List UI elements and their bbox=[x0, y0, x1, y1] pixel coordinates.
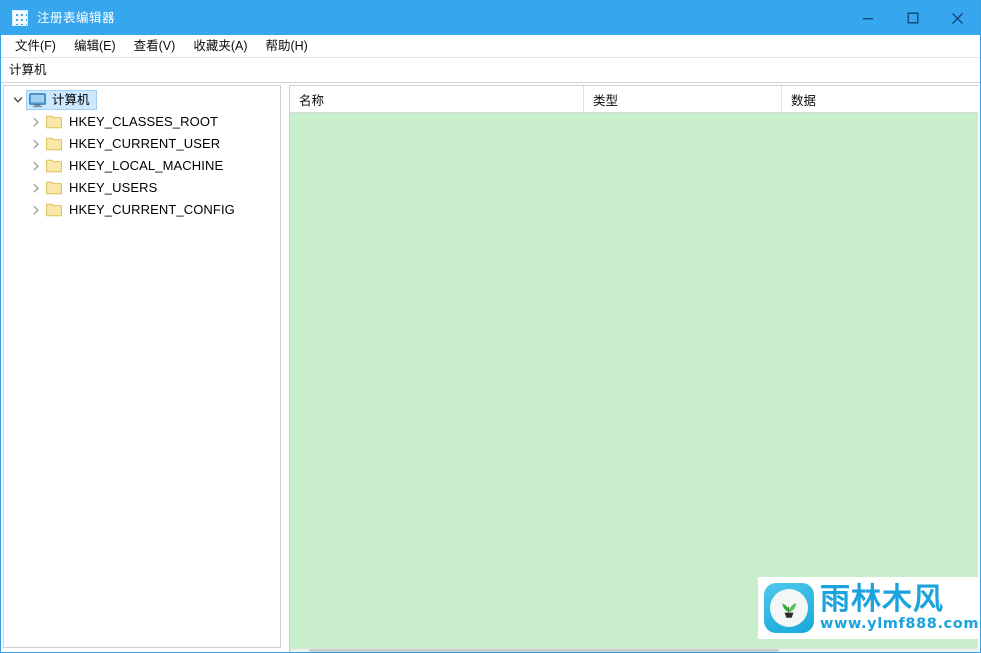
address-bar[interactable]: 计算机 bbox=[1, 58, 980, 83]
tree-item-computer-label: 计算机 bbox=[52, 93, 90, 107]
chevron-right-icon[interactable] bbox=[28, 155, 44, 177]
maximize-icon bbox=[907, 12, 919, 24]
close-icon bbox=[952, 12, 963, 24]
computer-monitor-icon bbox=[29, 92, 46, 108]
scroll-track[interactable] bbox=[309, 649, 978, 652]
titlebar[interactable]: 注册表编辑器 bbox=[1, 1, 980, 35]
chevron-right-icon[interactable] bbox=[28, 177, 44, 199]
tree-item-hkey-users-node[interactable]: HKEY_USERS bbox=[44, 178, 161, 198]
window-controls bbox=[845, 1, 980, 35]
tree-item-label: HKEY_CURRENT_USER bbox=[69, 136, 221, 151]
tree-item-hkey-users[interactable]: HKEY_USERS bbox=[4, 177, 280, 199]
menu-item-favorites[interactable]: 收藏夹(A) bbox=[184, 35, 256, 57]
tree-item-computer[interactable]: 计算机 bbox=[4, 89, 280, 111]
minimize-icon bbox=[862, 18, 873, 20]
menu-item-help[interactable]: 帮助(H) bbox=[256, 35, 316, 57]
list-rows-container[interactable] bbox=[290, 113, 978, 648]
watermark-brand: 雨林木风 bbox=[820, 581, 944, 617]
chevron-right-icon[interactable] bbox=[28, 111, 44, 133]
registry-tree: 计算机 HKEY_CLASSES_ROOT HKEY_CURRENT_USER … bbox=[4, 86, 280, 221]
close-button[interactable] bbox=[935, 1, 980, 35]
tree-item-label: HKEY_CURRENT_CONFIG bbox=[69, 202, 235, 217]
menubar: 文件(F) 编辑(E) 查看(V) 收藏夹(A) 帮助(H) bbox=[1, 35, 980, 58]
column-header-data[interactable]: 数据 bbox=[782, 86, 978, 112]
scroll-left-button[interactable] bbox=[291, 649, 309, 652]
tree-item-computer-selection[interactable]: 计算机 bbox=[26, 90, 97, 110]
tree-item-label: HKEY_CLASSES_ROOT bbox=[69, 114, 219, 129]
minimize-button[interactable] bbox=[845, 1, 890, 35]
watermark: 雨林木风 www.ylmf888.com bbox=[758, 577, 980, 639]
column-header-name[interactable]: 名称 bbox=[290, 86, 584, 112]
menu-item-view[interactable]: 查看(V) bbox=[125, 35, 185, 57]
tree-item-hkey-current-config-node[interactable]: HKEY_CURRENT_CONFIG bbox=[44, 200, 239, 220]
registry-grid-icon bbox=[12, 10, 28, 26]
tree-item-label: HKEY_LOCAL_MACHINE bbox=[69, 158, 224, 173]
tree-pane-footer bbox=[3, 648, 281, 652]
sprout-logo-icon bbox=[764, 583, 814, 633]
chevron-right-icon[interactable] bbox=[28, 133, 44, 155]
registry-editor-window: 注册表编辑器 文件(F) 编辑(E) 查看(V) 收藏夹(A) 帮助(H) 计算… bbox=[0, 0, 981, 653]
registry-values-pane[interactable]: 名称 类型 数据 bbox=[289, 85, 978, 648]
tree-item-hkey-current-user-node[interactable]: HKEY_CURRENT_USER bbox=[44, 134, 224, 154]
registry-tree-pane[interactable]: 计算机 HKEY_CLASSES_ROOT HKEY_CURRENT_USER … bbox=[3, 85, 281, 648]
content-area: 计算机 HKEY_CLASSES_ROOT HKEY_CURRENT_USER … bbox=[1, 83, 980, 652]
maximize-button[interactable] bbox=[890, 1, 935, 35]
menu-item-file[interactable]: 文件(F) bbox=[6, 35, 65, 57]
menu-item-edit[interactable]: 编辑(E) bbox=[65, 35, 125, 57]
tree-item-hkey-local-machine[interactable]: HKEY_LOCAL_MACHINE bbox=[4, 155, 280, 177]
tree-item-hkey-classes-root[interactable]: HKEY_CLASSES_ROOT bbox=[4, 111, 280, 133]
horizontal-scrollbar[interactable] bbox=[289, 648, 978, 652]
chevron-down-icon[interactable] bbox=[10, 89, 26, 111]
folder-icon bbox=[46, 159, 62, 173]
column-header-type[interactable]: 类型 bbox=[584, 86, 782, 112]
watermark-url: www.ylmf888.com bbox=[820, 615, 980, 632]
window-title: 注册表编辑器 bbox=[37, 11, 116, 25]
list-column-headers: 名称 类型 数据 bbox=[290, 86, 978, 113]
tree-item-hkey-current-user[interactable]: HKEY_CURRENT_USER bbox=[4, 133, 280, 155]
watermark-text: 雨林木风 www.ylmf888.com bbox=[820, 581, 980, 633]
address-path: 计算机 bbox=[9, 63, 47, 77]
folder-icon bbox=[46, 137, 62, 151]
tree-item-hkey-current-config[interactable]: HKEY_CURRENT_CONFIG bbox=[4, 199, 280, 221]
folder-icon bbox=[46, 181, 62, 195]
tree-item-hkey-local-machine-node[interactable]: HKEY_LOCAL_MACHINE bbox=[44, 156, 227, 176]
tree-item-label: HKEY_USERS bbox=[69, 180, 158, 195]
chevron-right-icon[interactable] bbox=[28, 199, 44, 221]
folder-icon bbox=[46, 115, 62, 129]
folder-icon bbox=[46, 203, 62, 217]
scroll-thumb[interactable] bbox=[309, 649, 779, 652]
tree-item-hkey-classes-root-node[interactable]: HKEY_CLASSES_ROOT bbox=[44, 112, 222, 132]
